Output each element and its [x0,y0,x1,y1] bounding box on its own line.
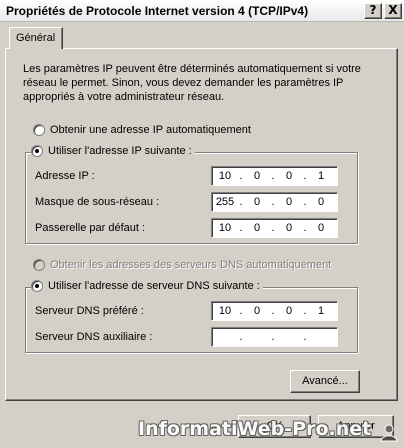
description-text: Les paramètres IP peuvent être déterminé… [23,63,361,103]
default-gateway-label: Passerelle par défaut : [35,222,146,234]
ip-manual-option[interactable]: Utiliser l'adresse IP suivante : [31,145,195,157]
octet: 0 [253,196,261,208]
octet-separator: . [303,331,307,343]
advanced-button[interactable]: Avancé... [290,370,360,393]
window-title: Propriétés de Protocole Internet version… [6,4,309,18]
dns-auto-option[interactable]: Obtenir les adresses des serveurs DNS au… [33,259,335,271]
dns-manual-radio[interactable] [31,280,43,292]
octet-separator: . [239,331,243,343]
dns-manual-label: Utiliser l'adresse de serveur DNS suivan… [48,280,260,292]
subnet-mask-field[interactable]: 255. 0. 0. 0 [211,192,338,212]
ip-address-label: Adresse IP : [35,170,95,182]
octet: 1 [317,305,325,317]
octet: 0 [285,305,293,317]
octet: 0 [317,196,325,208]
preferred-dns-label: Serveur DNS préféré : [35,305,144,317]
ip-auto-radio[interactable] [33,124,45,136]
octet: 0 [317,222,325,234]
alternate-dns-field[interactable]: . . . [211,327,338,347]
dns-auto-label: Obtenir les adresses des serveurs DNS au… [50,259,332,271]
octet: 0 [285,170,293,182]
octet: 1 [317,170,325,182]
ip-auto-option[interactable]: Obtenir une adresse IP automatiquement [33,124,254,136]
octet: 0 [253,222,261,234]
octet: 10 [218,305,232,317]
octet-separator: . [271,331,275,343]
octet: 0 [285,222,293,234]
dns-auto-radio[interactable] [33,259,45,271]
ip-manual-radio[interactable] [31,145,43,157]
subnet-mask-label: Masque de sous-réseau : [35,196,160,208]
octet: 10 [218,170,232,182]
title-bar: Propriétés de Protocole Internet version… [0,0,404,22]
user-icon [380,424,398,442]
alternate-dns-label: Serveur DNS auxiliaire : [35,331,153,343]
ip-address-field[interactable]: 10. 0. 0. 1 [211,166,338,186]
octet: 0 [285,196,293,208]
tab-general[interactable]: Général [9,27,63,49]
octet: 0 [253,305,261,317]
octet: 0 [253,170,261,182]
ip-manual-label: Utiliser l'adresse IP suivante : [48,145,192,157]
watermark-text: InformatiWeb-Pro.net [138,418,372,440]
dns-manual-option[interactable]: Utiliser l'adresse de serveur DNS suivan… [31,280,263,292]
close-button[interactable]: X [384,3,402,19]
help-button[interactable]: ? [364,3,382,19]
preferred-dns-field[interactable]: 10. 0. 0. 1 [211,301,338,321]
tab-general-label: Général [16,32,56,44]
octet: 10 [218,222,232,234]
default-gateway-field[interactable]: 10. 0. 0. 0 [211,218,338,238]
octet: 255 [215,196,235,208]
ip-auto-label: Obtenir une adresse IP automatiquement [50,124,251,136]
